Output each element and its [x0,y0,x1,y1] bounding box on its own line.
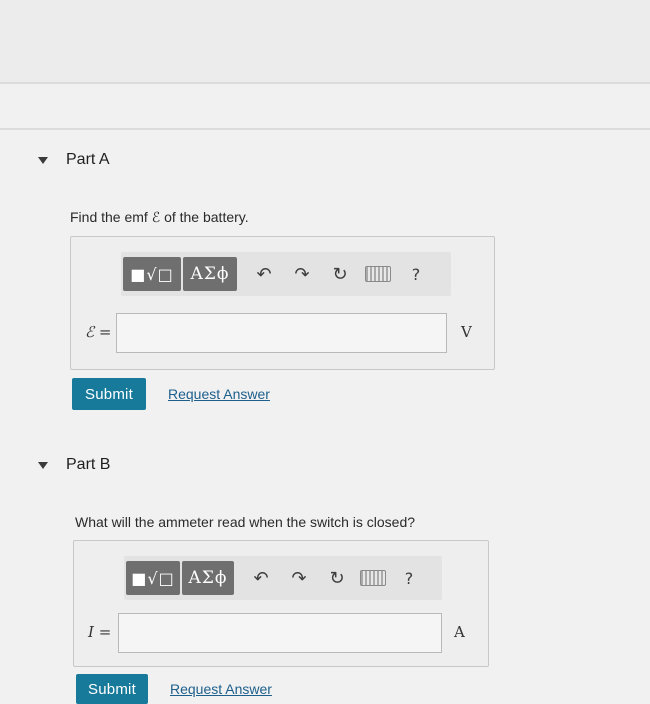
part-b-header[interactable]: Part B [38,456,110,474]
answer-box: ■√□ ΑΣϕ ↶ ↷ ↻ ? I = A [73,540,489,667]
reset-icon[interactable]: ↻ [320,561,354,595]
part-title: Part B [66,456,111,473]
help-button[interactable]: ? [392,561,426,595]
top-band [0,0,650,82]
question-text: What will the ammeter read when the swit… [75,514,416,530]
symbols-button[interactable]: ΑΣϕ [183,257,237,291]
math-toolbar: ■√□ ΑΣϕ ↶ ↷ ↻ ? [121,252,451,296]
request-answer-link[interactable]: Request Answer [170,681,272,697]
submit-button[interactable]: Submit [72,378,146,410]
keyboard-icon[interactable] [356,561,390,595]
redo-icon[interactable]: ↷ [282,561,316,595]
emf-input[interactable] [116,313,447,353]
math-toolbar: ■√□ ΑΣϕ ↶ ↷ ↻ ? [124,556,442,600]
divider [0,82,650,84]
templates-button[interactable]: ■√□ [123,257,181,291]
request-answer-link[interactable]: Request Answer [168,386,270,402]
part-a-header[interactable]: Part A [38,151,110,169]
caret-down-icon[interactable] [38,461,48,469]
question-text: Find the emf ℰ of the battery. [70,209,249,225]
redo-icon[interactable]: ↷ [285,257,319,291]
keyboard-icon[interactable] [361,257,395,291]
symbols-button[interactable]: ΑΣϕ [182,561,234,595]
divider [0,128,650,130]
templates-button[interactable]: ■√□ [126,561,180,595]
unit-label: A [454,623,465,641]
input-label: I = [88,623,112,641]
help-button[interactable]: ? [399,257,433,291]
reset-icon[interactable]: ↻ [323,257,357,291]
caret-down-icon[interactable] [38,156,48,164]
undo-icon[interactable]: ↶ [247,257,281,291]
input-label: ℰ = [85,323,112,341]
answer-box: ■√□ ΑΣϕ ↶ ↷ ↻ ? ℰ = V [70,236,495,370]
part-title: Part A [66,151,110,168]
current-input[interactable] [118,613,442,653]
undo-icon[interactable]: ↶ [244,561,278,595]
unit-label: V [461,323,472,341]
